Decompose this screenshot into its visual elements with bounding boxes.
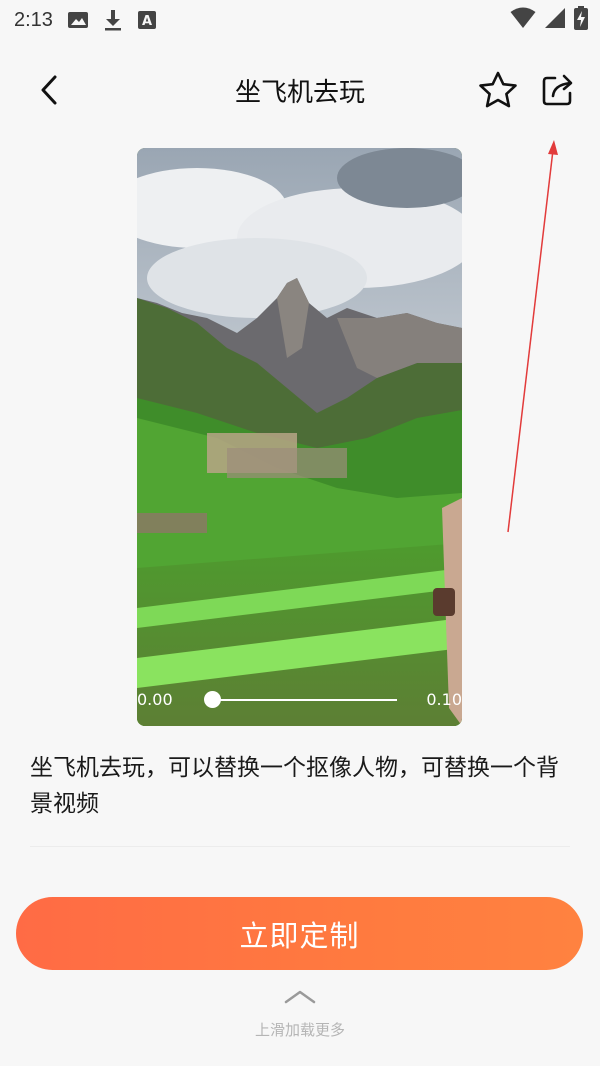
star-outline-icon xyxy=(479,71,517,108)
chevron-up-icon[interactable] xyxy=(282,986,318,1006)
divider xyxy=(30,846,570,847)
share-icon xyxy=(542,74,573,106)
video-player[interactable]: 0.00 0.10 xyxy=(137,148,462,726)
back-button[interactable] xyxy=(30,70,70,110)
header: 坐飞机去玩 xyxy=(0,52,600,128)
favorite-button[interactable] xyxy=(476,68,520,112)
progress-thumb[interactable] xyxy=(204,691,221,708)
current-time: 0.00 xyxy=(137,690,173,709)
download-icon xyxy=(104,10,121,31)
status-bar: 2:13 A xyxy=(0,0,600,40)
annotation-arrow xyxy=(507,140,558,533)
customize-now-button[interactable]: 立即定制 xyxy=(16,897,583,970)
status-right-icons xyxy=(510,6,588,30)
keyboard-a-icon: A xyxy=(137,11,156,29)
cellular-signal-icon xyxy=(545,8,565,28)
load-more-hint: 上滑加载更多 xyxy=(254,1021,345,1039)
duration: 0.10 xyxy=(426,690,462,709)
status-time: 2:13 xyxy=(14,8,53,31)
page-title: 坐飞机去玩 xyxy=(234,78,365,108)
image-icon xyxy=(67,12,88,28)
chevron-left-icon xyxy=(41,75,57,105)
video-frame-landscape xyxy=(137,148,462,726)
svg-text:A: A xyxy=(142,14,152,29)
progress-track[interactable] xyxy=(212,699,397,701)
template-description: 坐飞机去玩，可以替换一个抠像人物，可替换一个背景视频 xyxy=(30,755,559,817)
wifi-icon xyxy=(510,7,536,28)
status-left-icons: A xyxy=(67,9,157,31)
battery-charging-icon xyxy=(574,6,588,30)
share-button[interactable] xyxy=(536,68,580,112)
video-controls: 0.00 0.10 xyxy=(137,682,462,716)
